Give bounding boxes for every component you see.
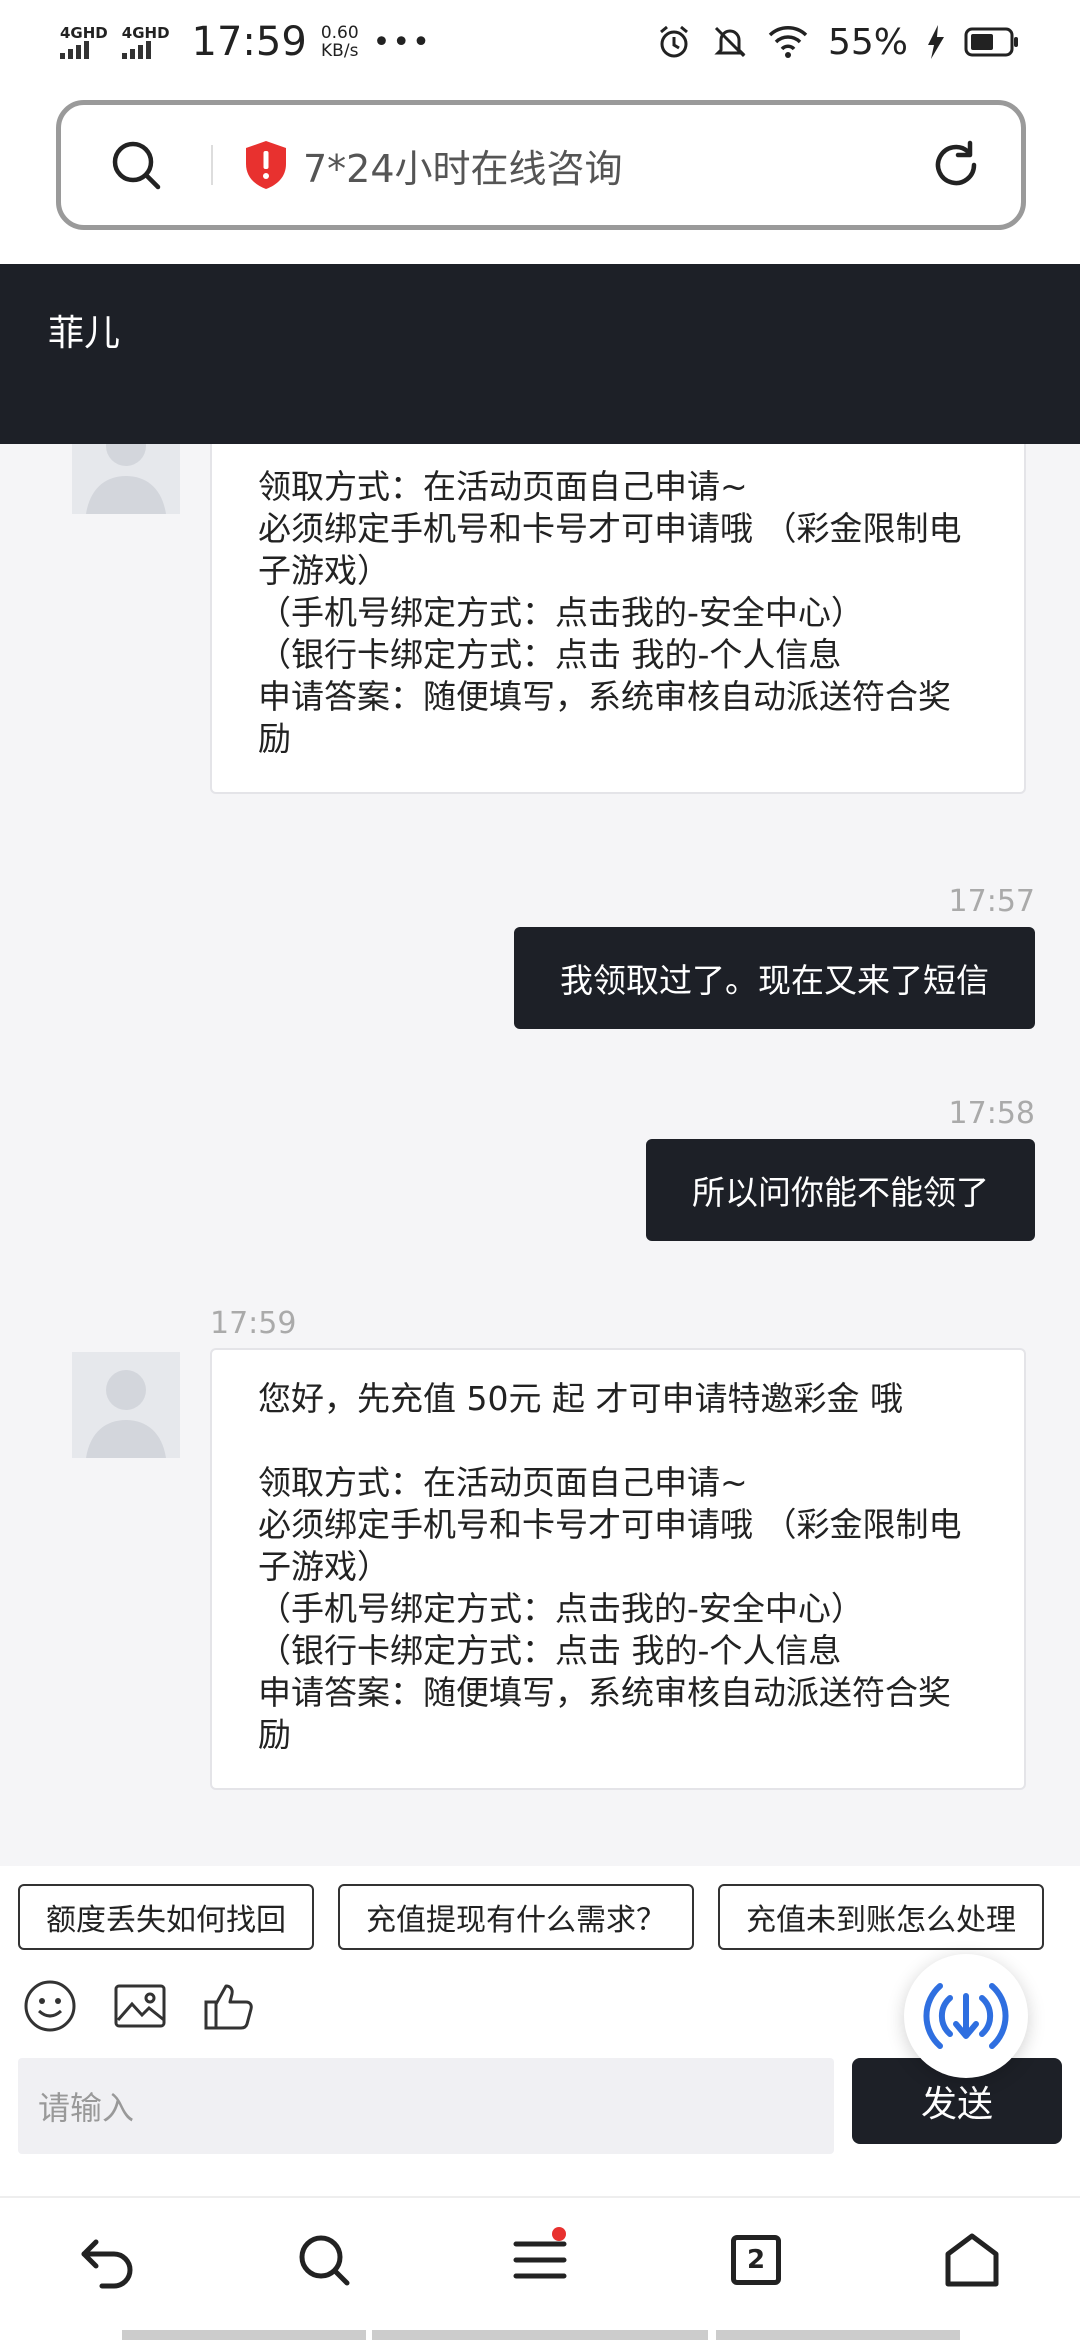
more-notifications-icon: ••• [372, 24, 432, 60]
quick-reply-button[interactable]: 充值未到账怎么处理 [718, 1884, 1044, 1950]
divider [211, 145, 213, 185]
home-button[interactable] [912, 2215, 1032, 2305]
page-title-text[interactable]: 7*24小时在线咨询 [303, 138, 891, 193]
message-text: 领取方式：在活动页面自己申请~ 必须绑定手机号和卡号才可申请哦 （彩金限制电子游… [258, 467, 962, 758]
message-list[interactable]: 领取方式：在活动页面自己申请~ 必须绑定手机号和卡号才可申请哦 （彩金限制电子游… [0, 444, 1080, 1864]
message-input[interactable]: 请输入 [18, 2058, 834, 2154]
thumbs-up-icon[interactable] [202, 1978, 258, 2034]
signal-bars-icon [121, 41, 151, 59]
speed-unit: KB/s [321, 41, 359, 61]
agent-avatar [72, 1352, 180, 1458]
mute-icon [714, 26, 746, 58]
agent-message: 领取方式：在活动页面自己申请~ 必须绑定手机号和卡号才可申请哦 （彩金限制电子游… [210, 444, 1026, 794]
back-button[interactable] [48, 2215, 168, 2305]
download-broadcast-icon [923, 1983, 1009, 2049]
battery-icon [964, 27, 1018, 57]
gesture-bar [372, 2330, 708, 2340]
download-fab[interactable] [904, 1954, 1028, 2078]
search-icon [299, 2235, 350, 2286]
signal-bars-icon [60, 41, 89, 59]
composer-tools [22, 1978, 258, 2034]
tabs-button[interactable]: 2 [696, 2215, 816, 2305]
message-timestamp: 17:58 [948, 1096, 1035, 1131]
address-bar[interactable]: 7*24小时在线咨询 [56, 100, 1026, 230]
security-shield-icon[interactable] [243, 139, 289, 191]
message-text: 您好，先充值 50元 起 才可申请特邀彩金 哦 领取方式：在活动页面自己申请~ … [258, 1379, 962, 1754]
notification-dot [552, 2227, 566, 2241]
message-text: 我领取过了。现在又来了短信 [560, 961, 989, 1000]
browser-toolbar: 7*24小时在线咨询 [0, 84, 1080, 264]
signal-2: 4GHD [121, 24, 170, 59]
clock: 17:59 [191, 19, 307, 65]
gesture-bar [716, 2330, 960, 2340]
image-icon[interactable] [112, 1978, 168, 2034]
user-message: 所以问你能不能领了 [646, 1139, 1035, 1241]
user-message: 我领取过了。现在又来了短信 [514, 927, 1035, 1029]
gesture-bar [122, 2330, 366, 2340]
reload-icon[interactable] [891, 139, 1021, 191]
quick-replies: 额度丢失如何找回 充值提现有什么需求？ 充值未到账怎么处理 [18, 1884, 1044, 1950]
message-timestamp: 17:57 [948, 884, 1035, 919]
agent-message: 您好，先充值 50元 起 才可申请特邀彩金 哦 领取方式：在活动页面自己申请~ … [210, 1348, 1026, 1790]
browser-nav-bar: 2 [0, 2196, 1080, 2340]
status-bar: 4GHD 4GHD 17:59 0.60 KB/s ••• 55% [0, 0, 1080, 84]
network-speed: 0.60 KB/s [321, 24, 359, 60]
agent-name: 菲儿 [48, 313, 121, 354]
agent-avatar [72, 444, 180, 514]
home-icon [945, 2233, 999, 2287]
wifi-icon [768, 26, 808, 58]
back-icon [81, 2239, 133, 2289]
menu-button[interactable] [480, 2215, 600, 2305]
charging-icon [928, 25, 944, 59]
search-button[interactable] [264, 2215, 384, 2305]
emoji-icon[interactable] [22, 1978, 78, 2034]
search-icon[interactable] [61, 139, 211, 191]
chat-header: 菲儿 [0, 264, 1080, 444]
quick-reply-button[interactable]: 额度丢失如何找回 [18, 1884, 314, 1950]
alarm-icon [660, 25, 688, 58]
quick-reply-button[interactable]: 充值提现有什么需求？ [338, 1884, 694, 1950]
message-text: 所以问你能不能领了 [692, 1173, 989, 1212]
tab-count: 2 [731, 2235, 781, 2285]
signal-1: 4GHD [60, 25, 108, 59]
network-type-2: 4GHD [121, 24, 170, 42]
speed-value: 0.60 [320, 23, 359, 43]
network-type-1: 4GHD [60, 24, 108, 42]
battery-percent: 55% [827, 21, 908, 63]
message-timestamp: 17:59 [210, 1306, 297, 1341]
